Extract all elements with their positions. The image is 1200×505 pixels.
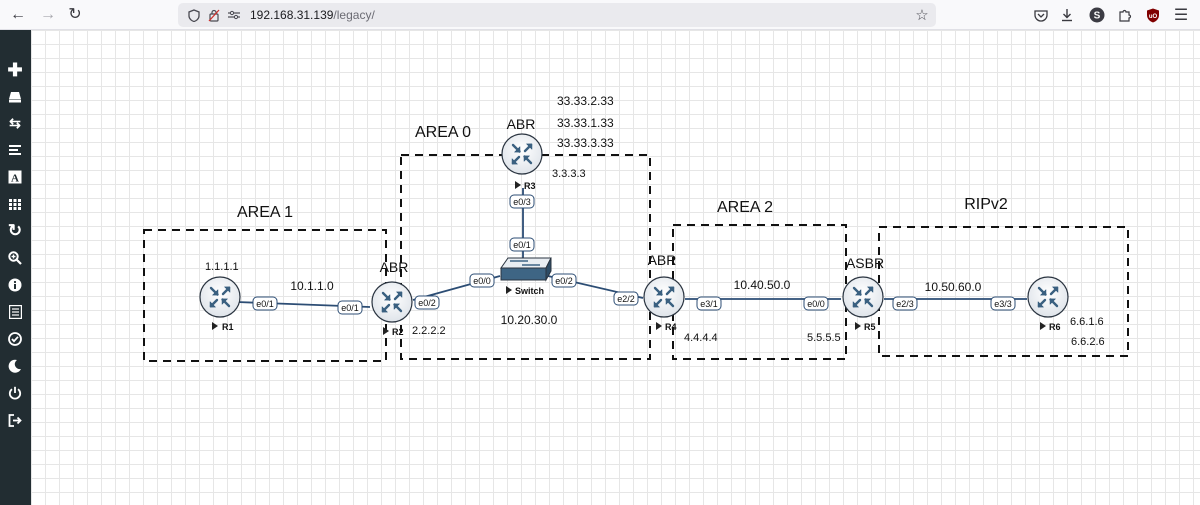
r3-status-icon (515, 181, 521, 189)
r4-name: R4 (665, 322, 677, 332)
r1-router-id: 1.1.1.1 (205, 261, 239, 273)
network-10-1-1-0: 10.1.1.0 (290, 279, 334, 293)
switch-name: Switch (515, 286, 544, 296)
sw-e00-tag: e0/0 (473, 276, 491, 286)
sw-e02-tag: e0/2 (555, 276, 573, 286)
links (236, 188, 1027, 308)
r2-name: R2 (392, 327, 404, 337)
r1-e01-tag: e0/1 (256, 299, 274, 309)
topology-diagram: AREA 1 AREA 0 AREA 2 RIPv2 R1 R2 R3 Swit (143, 94, 1129, 362)
network-10-50-60-0: 10.50.60.0 (925, 280, 982, 294)
r5-e23-tag: e2/3 (896, 299, 914, 309)
r3-e03-tag: e0/3 (513, 197, 531, 207)
r2-e02-tag: e0/2 (418, 298, 436, 308)
network-10-40-50-0: 10.40.50.0 (734, 278, 791, 292)
r6-loopback-1: 6.6.1.6 (1070, 316, 1104, 328)
r4-router-id: 4.4.4.4 (684, 332, 718, 344)
r3-loopback-2: 33.33.1.33 (557, 116, 614, 130)
r3-loopback-3: 33.33.3.33 (557, 136, 614, 150)
router-r4[interactable] (642, 275, 686, 319)
r5-e00-tag: e0/0 (807, 299, 825, 309)
router-r2[interactable] (370, 280, 414, 324)
ripv2-label: RIPv2 (964, 196, 1008, 213)
r5-status-icon (855, 322, 861, 330)
router-r1[interactable] (198, 275, 242, 319)
network-10-20-30-0: 10.20.30.0 (501, 313, 558, 327)
r4-e31-tag: e3/1 (700, 299, 718, 309)
r3-name: R3 (524, 181, 536, 191)
r2-role-label: ABR (380, 259, 409, 275)
r1-status-icon (212, 322, 218, 330)
area1-box (143, 229, 387, 362)
r5-role-label: ASBR (846, 255, 884, 271)
router-r5[interactable] (841, 275, 885, 319)
r6-e33-tag: e3/3 (994, 299, 1012, 309)
r6-name: R6 (1049, 322, 1061, 332)
r2-router-id: 2.2.2.2 (412, 325, 446, 337)
router-r3[interactable] (500, 132, 544, 176)
r2-e01-tag: e0/1 (341, 303, 359, 313)
r4-status-icon (656, 322, 662, 330)
area0-label: AREA 0 (415, 124, 471, 141)
switch-node[interactable] (500, 257, 552, 282)
area1-label: AREA 1 (237, 204, 293, 221)
r3-router-id: 3.3.3.3 (552, 168, 586, 180)
switch-status-icon (506, 286, 512, 294)
r5-router-id: 5.5.5.5 (807, 332, 841, 344)
r3-role-label: ABR (507, 116, 536, 132)
sw-e01-tag: e0/1 (513, 240, 531, 250)
r4-role-label: ABR (648, 252, 677, 268)
area2-label: AREA 2 (717, 199, 773, 216)
r6-status-icon (1040, 322, 1046, 330)
r1-name: R1 (222, 322, 234, 332)
router-r6[interactable] (1026, 275, 1070, 319)
r6-loopback-2: 6.6.2.6 (1071, 336, 1105, 348)
r4-e22-tag: e2/2 (617, 294, 635, 304)
r3-loopback-1: 33.33.2.33 (557, 94, 614, 108)
r5-name: R5 (864, 322, 876, 332)
